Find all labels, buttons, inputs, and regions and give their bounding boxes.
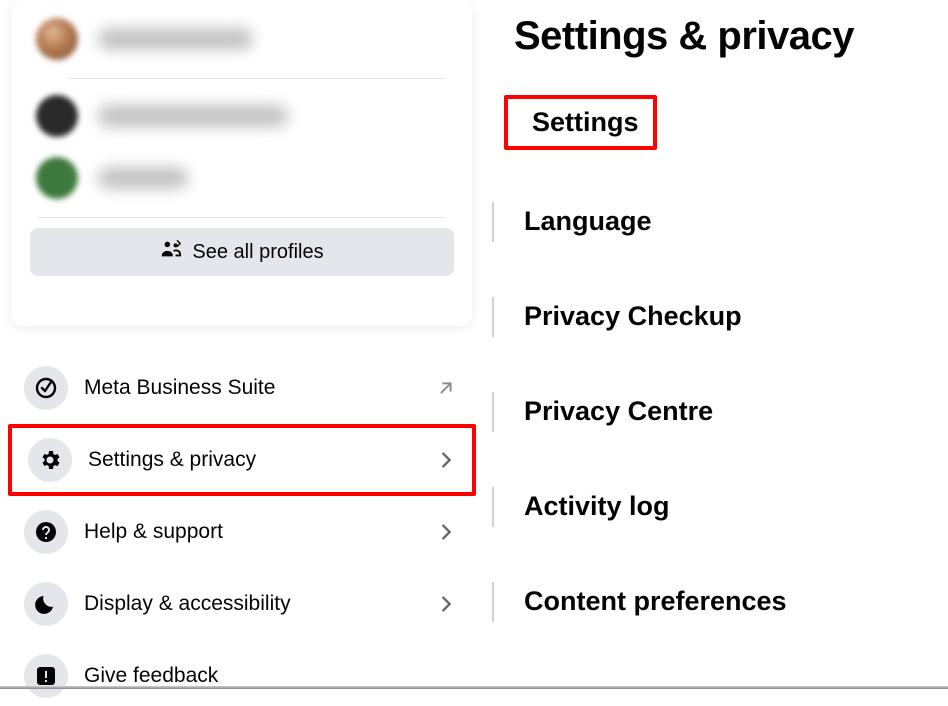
divider-mark <box>492 582 494 622</box>
setting-label: Content preferences <box>524 586 787 616</box>
chevron-right-icon <box>432 518 460 546</box>
setting-item-privacy-checkup[interactable]: Privacy Checkup <box>500 293 756 340</box>
menu-label: Display & accessibility <box>84 592 432 616</box>
divider-mark <box>492 297 494 337</box>
setting-item-settings[interactable]: Settings <box>504 95 657 150</box>
profile-name-redacted <box>98 105 288 127</box>
help-icon <box>24 510 68 554</box>
page-title: Settings & privacy <box>514 14 948 59</box>
setting-item-language[interactable]: Language <box>500 198 666 245</box>
profiles-icon <box>160 238 192 266</box>
menu-label: Help & support <box>84 520 432 544</box>
profile-name-redacted <box>98 28 253 50</box>
menu-label: Meta Business Suite <box>84 376 432 400</box>
see-all-profiles-label: See all profiles <box>192 241 323 264</box>
avatar <box>36 18 78 60</box>
see-all-profiles-button[interactable]: See all profiles <box>30 228 454 276</box>
menu-item-give-feedback[interactable]: Give feedback <box>12 646 472 706</box>
chevron-right-icon <box>432 590 460 618</box>
setting-label: Privacy Checkup <box>524 301 742 331</box>
setting-item-privacy-centre[interactable]: Privacy Centre <box>500 388 727 435</box>
menu-item-meta-business[interactable]: Meta Business Suite <box>12 358 472 418</box>
profile-row-alt-2[interactable] <box>12 147 472 209</box>
meta-business-icon <box>24 366 68 410</box>
profile-row-alt-1[interactable] <box>12 85 472 147</box>
divider <box>68 78 446 79</box>
menu-label: Settings & privacy <box>88 448 432 472</box>
setting-label: Privacy Centre <box>524 396 713 426</box>
menu-item-help-support[interactable]: Help & support <box>12 502 472 562</box>
left-pane: See all profiles Meta Business Suite Set… <box>0 0 480 689</box>
right-pane: Settings & privacy Settings Language Pri… <box>500 0 948 689</box>
menu-label: Give feedback <box>84 664 460 688</box>
setting-item-content-preferences[interactable]: Content preferences <box>500 578 801 625</box>
setting-label: Activity log <box>524 491 670 521</box>
profile-name-redacted <box>98 167 188 189</box>
external-link-icon <box>432 374 460 402</box>
menu-item-settings-privacy[interactable]: Settings & privacy <box>8 424 476 496</box>
divider-mark <box>492 202 494 242</box>
divider <box>38 217 446 218</box>
chevron-right-icon <box>432 446 460 474</box>
setting-item-activity-log[interactable]: Activity log <box>500 483 684 530</box>
feedback-icon <box>24 654 68 698</box>
profile-row-primary[interactable] <box>12 8 472 70</box>
setting-label: Language <box>524 206 652 236</box>
moon-icon <box>24 582 68 626</box>
setting-label: Settings <box>532 107 639 137</box>
avatar <box>36 157 78 199</box>
gear-icon <box>28 438 72 482</box>
avatar <box>36 95 78 137</box>
profile-card: See all profiles <box>12 0 472 326</box>
menu-item-display-accessibility[interactable]: Display & accessibility <box>12 574 472 634</box>
divider-mark <box>492 392 494 432</box>
divider-mark <box>492 487 494 527</box>
